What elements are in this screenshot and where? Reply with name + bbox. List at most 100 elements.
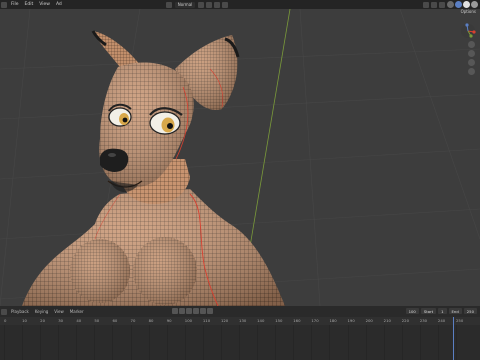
ruler-tick: 190 [347,318,355,323]
track-gridline [456,325,457,360]
camera-view-icon[interactable] [468,59,475,66]
ruler-tick: 100 [184,318,193,323]
play-icon[interactable] [193,308,199,314]
menu-add[interactable]: Ad [53,2,65,7]
ruler-tick: 70 [130,318,136,323]
editor-type-icon[interactable] [1,1,7,8]
ruler-tick: 250 [456,318,464,323]
3d-viewport[interactable] [0,9,480,306]
jump-start-icon[interactable] [172,308,178,314]
timeline-menu-marker[interactable]: Marker [67,309,87,314]
overlay-icon[interactable] [222,1,229,8]
gizmo-icon[interactable] [431,1,437,8]
track-gridline [112,325,114,360]
track-gridline [257,325,259,360]
timeline-menu-keying[interactable]: Keying [32,309,51,314]
ruler-tick: 210 [383,318,391,323]
track-gridline [166,325,168,360]
track-gridline [347,325,349,360]
jump-end-icon[interactable] [207,308,213,314]
track-gridline [94,325,96,360]
current-frame-field[interactable]: 100 [405,308,419,314]
zoom-icon[interactable] [468,41,475,48]
rendered-shading-icon[interactable] [471,1,478,8]
object-icon[interactable] [165,1,172,8]
playback-controls [172,308,214,314]
ruler-tick: 0 [4,318,7,323]
next-keyframe-icon[interactable] [200,308,206,314]
xray-icon[interactable] [423,1,429,8]
top-menubar: File Edit View Ad Normal [0,0,480,9]
wireframe-shading-icon[interactable] [447,1,454,8]
start-label: Start [420,308,437,314]
ruler-tick: 230 [419,318,428,323]
timeline-ruler[interactable]: 0 10 20 30 40 50 60 70 80 90 100 110 120 130 140 150 160… [0,317,480,325]
track-gridline [58,325,60,360]
track-gridline [202,325,204,360]
playhead[interactable] [453,317,454,360]
track-gridline [275,325,277,360]
track-gridline [76,325,78,360]
track-gridline [383,325,385,360]
character-mesh [22,30,285,306]
timeline-menu-playback[interactable]: Playback [8,309,32,314]
ruler-tick: 90 [166,318,172,323]
ruler-tick: 80 [148,318,154,323]
ruler-tick: 120 [220,318,229,323]
track-gridline [148,325,150,360]
options-button[interactable]: Options [461,9,476,14]
track-gridline [401,325,403,360]
ruler-tick: 180 [329,318,337,323]
ruler-tick: 60 [112,318,118,323]
menu-view[interactable]: View [36,2,53,7]
track-gridline [22,325,24,360]
track-gridline [220,325,222,360]
track-gridline [437,325,439,360]
transform-pivot-icon[interactable] [198,1,205,8]
timeline-editor-icon[interactable] [1,308,7,315]
viewport-canvas [0,9,480,306]
ruler-tick: 200 [365,318,373,323]
track-gridline [329,325,331,360]
ruler-tick: 220 [401,318,409,323]
pan-hand-icon[interactable] [468,50,475,57]
material-shading-icon[interactable] [463,1,470,8]
proportional-edit-icon[interactable] [214,1,221,8]
menu-edit[interactable]: Edit [22,2,37,7]
frame-fields: 100 Start 1 End 250 [404,308,477,314]
ruler-tick: 240 [437,318,446,323]
track-gridline [239,325,241,360]
solid-shading-icon[interactable] [455,1,462,8]
ruler-tick: 40 [76,318,82,323]
track-gridline [311,325,313,360]
start-frame-field[interactable]: 1 [438,308,447,314]
overlays-icon[interactable] [439,1,445,8]
timeline-menu-view[interactable]: View [51,309,67,314]
track-gridline [365,325,367,360]
ruler-tick: 30 [58,318,64,323]
timeline-tracks[interactable] [0,325,480,360]
ruler-tick: 150 [275,318,283,323]
track-gridline [130,325,132,360]
ruler-tick: 160 [293,318,301,323]
snap-icon[interactable] [206,1,213,8]
timeline-header: Playback Keying View Marker 100 Start 1 … [0,306,480,317]
ruler-tick: 10 [22,318,27,323]
end-frame-field[interactable]: 250 [463,308,477,314]
track-gridline [184,325,186,360]
ruler-tick: 130 [239,318,247,323]
mode-dropdown[interactable]: Normal [174,1,196,8]
menu-file[interactable]: File [8,2,22,7]
prev-keyframe-icon[interactable] [179,308,185,314]
ruler-tick: 20 [40,318,45,323]
ruler-tick: 110 [202,318,211,323]
play-reverse-icon[interactable] [186,308,192,314]
ortho-toggle-icon[interactable] [468,68,475,75]
track-gridline [4,325,5,360]
shading-icons [422,1,478,8]
track-gridline [40,325,42,360]
navigation-gizmo-icon[interactable] [460,23,476,39]
track-gridline [293,325,295,360]
ruler-tick: 50 [94,318,100,323]
track-gridline [419,325,421,360]
